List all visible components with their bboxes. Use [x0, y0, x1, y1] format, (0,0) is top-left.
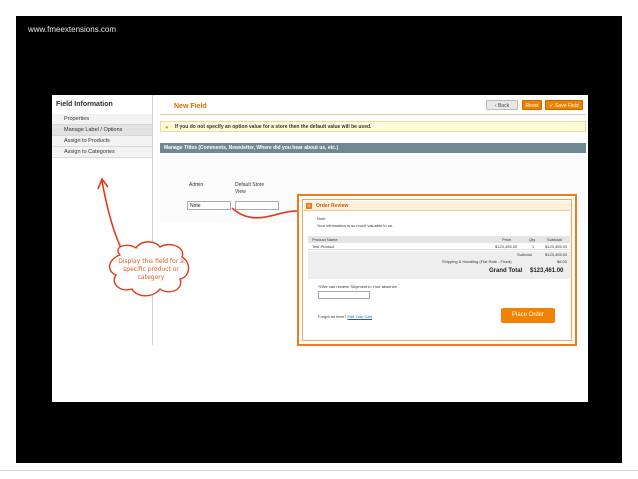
shipment-question: *I/We can recieve Shipment in Your absen… [318, 284, 397, 289]
order-review-title: Order Review [316, 203, 349, 209]
order-review-header: Order Review [304, 201, 570, 211]
place-order-button[interactable]: Place Order [501, 308, 555, 323]
row-price: $123,455.00 [495, 244, 518, 249]
note-text: Your information is so much valuable to … [317, 223, 394, 228]
col-price: Price [502, 237, 512, 242]
forgot-item-line: Forgot an Item? Edit Your Cart [318, 314, 372, 319]
subtotal-value: $123,455.00 [545, 252, 568, 257]
slide: www.fmeextensions.com Field Information … [16, 16, 622, 463]
note-label: Note [317, 216, 326, 221]
shipment-input[interactable] [318, 291, 370, 299]
forgot-text: Forgot an Item? [318, 314, 347, 319]
step-number-badge: 5 [306, 203, 312, 209]
table-row [308, 243, 570, 250]
grand-total-value: $123,461.00 [530, 268, 564, 274]
shipping-label: Shipping & Handling (Flat Rate - Fixed) [442, 259, 512, 264]
row-product-name: Test Product [312, 244, 335, 249]
callout-text: Display this field for a specific produc… [118, 258, 184, 281]
edit-cart-link[interactable]: Edit Your Cart [347, 314, 372, 319]
subtotal-label: Subtotal [517, 252, 532, 257]
col-qty: Qty [529, 237, 536, 242]
page-bottom-rule [0, 470, 638, 471]
admin-screenshot: Field Information Properties Manage Labe… [52, 95, 588, 402]
grand-total-label: Grand Total [489, 268, 523, 274]
site-url: www.fmeextensions.com [28, 25, 117, 34]
col-subtotal: Subtotal [547, 237, 562, 242]
row-subtotal: $123,455.00 [545, 244, 568, 249]
row-qty: 1 [532, 244, 535, 249]
shipping-value: $6.00 [557, 259, 568, 264]
col-product-name: Product Name [312, 237, 338, 242]
